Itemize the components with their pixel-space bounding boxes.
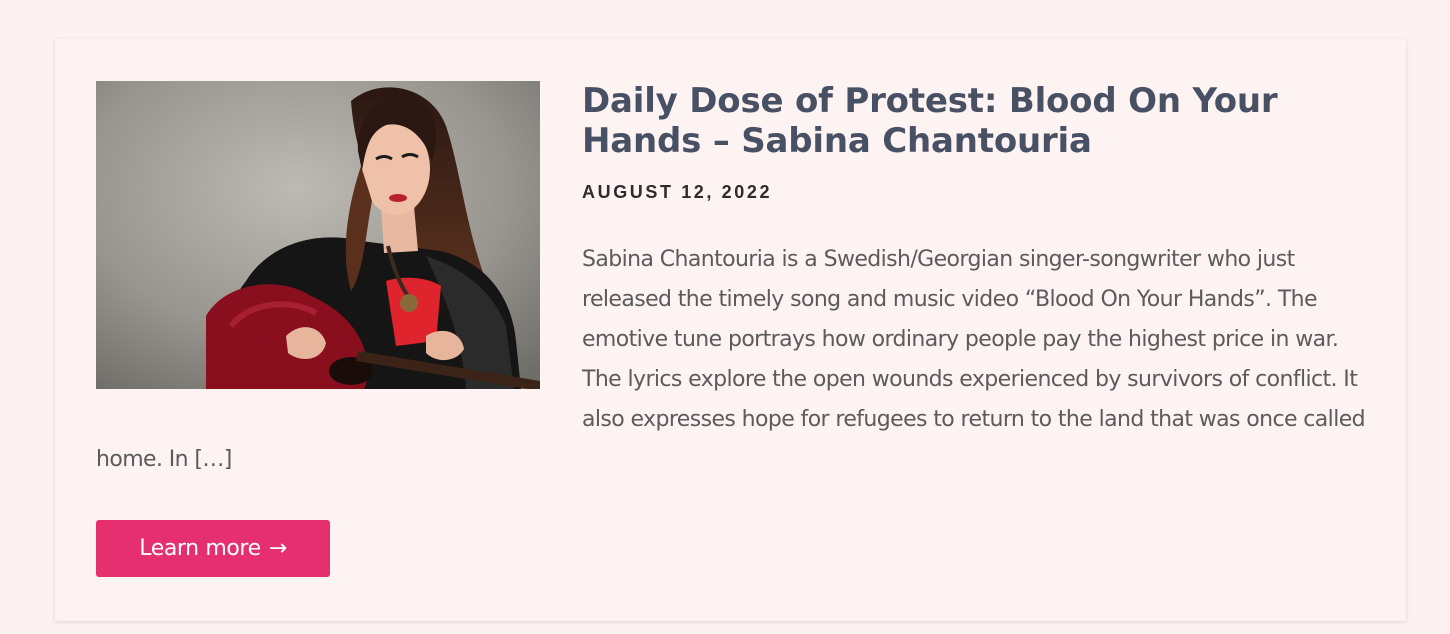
featured-image-graphic [96, 81, 540, 389]
arrow-right-icon: → [268, 536, 287, 561]
learn-more-label: Learn more [139, 536, 261, 561]
featured-image[interactable] [96, 81, 540, 389]
post-card: Daily Dose of Protest: Blood On Your Han… [55, 39, 1406, 621]
learn-more-button[interactable]: Learn more → [96, 520, 330, 577]
